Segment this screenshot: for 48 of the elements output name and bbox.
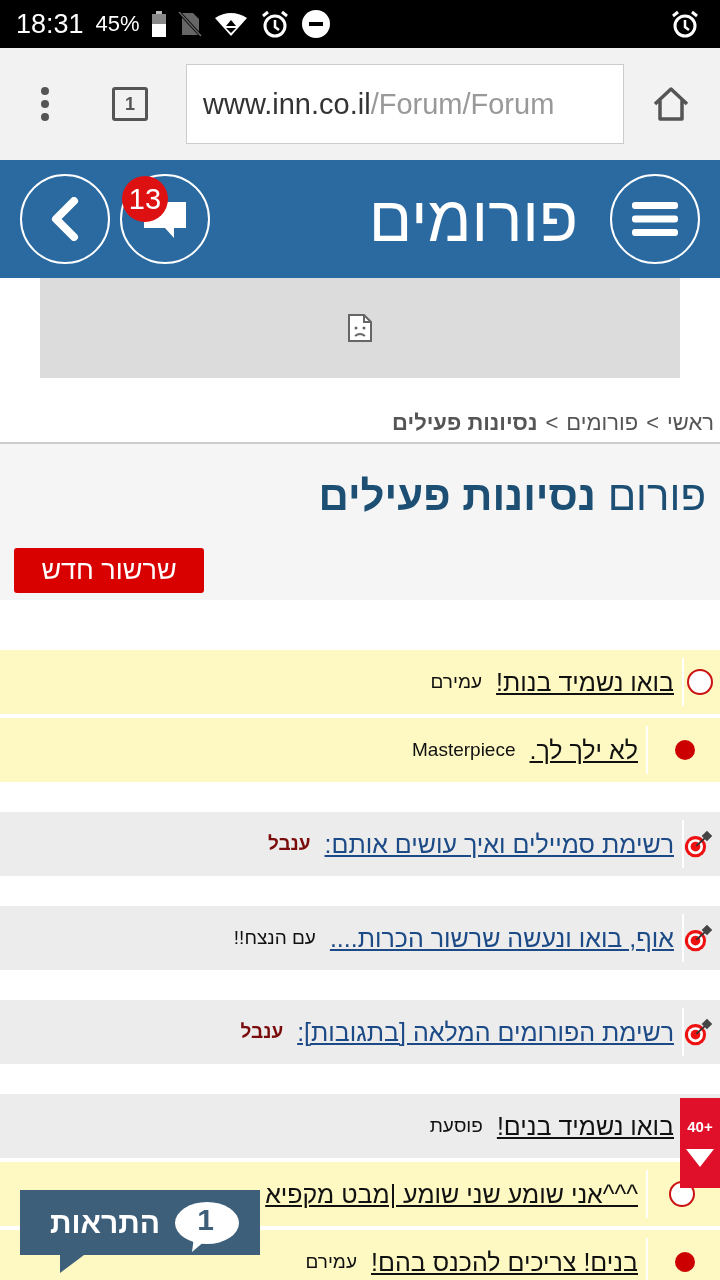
- breadcrumb-separator: >: [646, 410, 660, 437]
- more-options-icon[interactable]: [40, 87, 50, 121]
- thread-title-link[interactable]: רשימת סמיילים ואיך עושים אותם:: [324, 829, 674, 859]
- thread-title-link[interactable]: ^^^אני שומע שני שומע |מבט מקפיא: [265, 1179, 638, 1209]
- battery-icon: [151, 11, 166, 37]
- current-breadcrumb: נסיונות פעילים: [392, 410, 538, 437]
- no-sim-icon: [177, 11, 202, 37]
- alarm-icon: [670, 9, 700, 39]
- author-name: עמירם: [305, 1251, 357, 1273]
- author-name: ענבל: [267, 833, 311, 855]
- scroll-badge[interactable]: 40+: [680, 1098, 720, 1188]
- home-icon[interactable]: [652, 86, 690, 122]
- do-not-disturb-icon: [301, 10, 330, 38]
- menu-icon: [632, 201, 678, 237]
- speech-bubble-icon: [174, 1200, 241, 1253]
- back-button[interactable]: [20, 174, 110, 264]
- header-title: פורומים: [367, 182, 579, 256]
- author-name: Masterpiece: [412, 739, 516, 761]
- author-name: עם הנצח!!: [233, 927, 316, 949]
- thread-title-link[interactable]: בואו נשמיד בנות!: [496, 667, 674, 697]
- new-thread-button[interactable]: שרשור חדש: [14, 548, 204, 593]
- breadcrumb-link[interactable]: פורומים: [566, 410, 639, 442]
- tab-switcher-button[interactable]: 1: [112, 87, 148, 121]
- breadcrumb-separator: >: [545, 410, 559, 437]
- thread-title-link[interactable]: בואו נשמיד בנים!: [496, 1111, 674, 1141]
- author-name: עמירם: [430, 671, 483, 693]
- broken-image-icon: [347, 313, 373, 343]
- alarm-icon: [259, 9, 290, 39]
- message-count-badge: 13: [122, 176, 168, 222]
- forum-title: פורום נסיונות פעילים: [317, 472, 706, 520]
- battery-percent: 45%: [95, 11, 140, 37]
- notification-count: 1: [197, 1202, 214, 1237]
- wifi-icon: [213, 11, 248, 37]
- thread-title-link[interactable]: אוף, בואו ונעשה שרשור הכרות....: [329, 923, 674, 953]
- thread-title-link[interactable]: רשימת הפורומים המלאה [בתגובות]:: [297, 1017, 674, 1047]
- callout-tail: [60, 1255, 84, 1273]
- clock: 18:31: [16, 8, 84, 40]
- messages-button[interactable]: 13: [120, 174, 210, 264]
- author-name: ענבל: [240, 1021, 284, 1043]
- url-field[interactable]: www.inn.co.il/Forum/Forum: [186, 64, 624, 144]
- down-triangle-icon: [686, 1149, 714, 1167]
- menu-button[interactable]: [610, 174, 700, 264]
- thread-title-link[interactable]: לא ילך לך.: [529, 735, 638, 765]
- thread-title-link[interactable]: בנים! צריכים להכנס בהם!: [371, 1247, 638, 1277]
- author-name: פוסעת: [429, 1115, 483, 1137]
- scroll-badge-label: 40+: [687, 1118, 713, 1135]
- notifications-label: התראות: [50, 1205, 161, 1240]
- breadcrumb-link[interactable]: ראשי: [667, 410, 714, 442]
